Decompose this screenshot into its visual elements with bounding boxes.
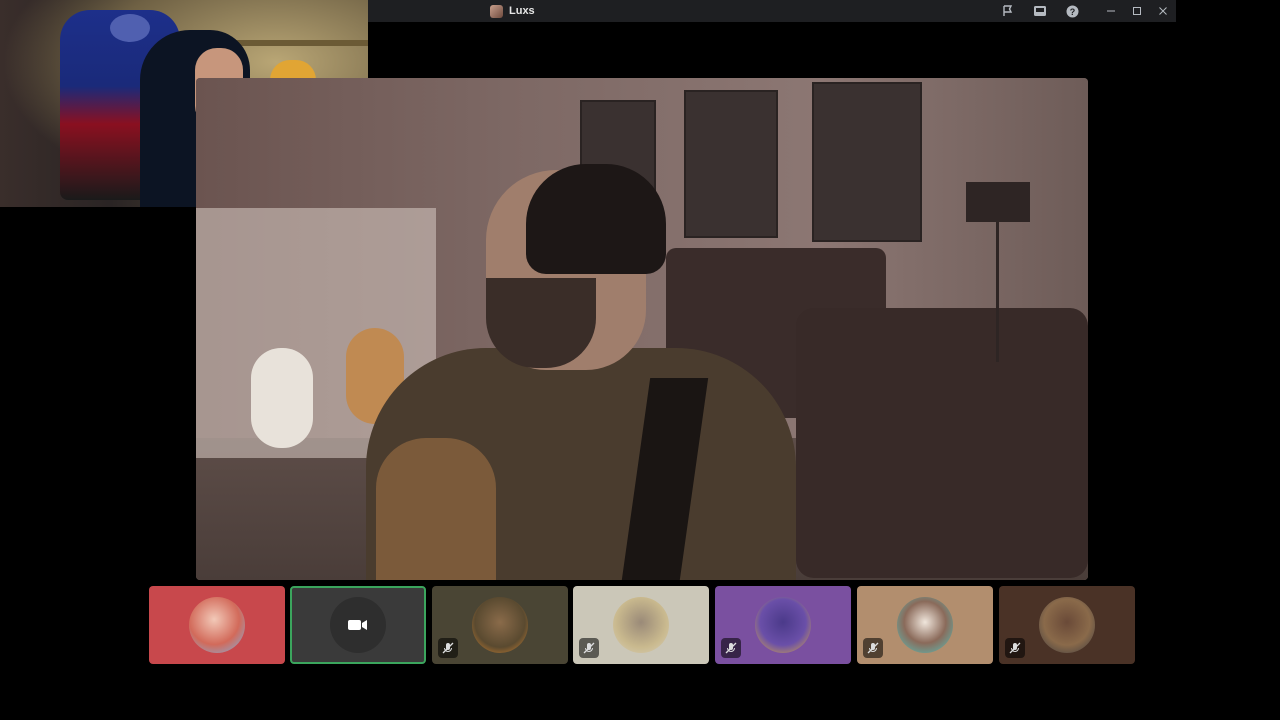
muted-mic-icon (579, 638, 599, 658)
participant-avatar (189, 597, 245, 653)
participant-tile[interactable] (999, 586, 1135, 664)
title-bar: Luxs ? (368, 0, 1176, 22)
participant-avatar (755, 597, 811, 653)
participant-avatar (897, 597, 953, 653)
video-sofa (796, 308, 1088, 578)
participant-tile[interactable] (290, 586, 426, 664)
participant-strip (149, 586, 1135, 664)
camera-off-icon (345, 616, 371, 634)
main-video-stream[interactable] (196, 78, 1088, 580)
user-avatar-icon (490, 4, 503, 18)
title-group: Luxs (490, 0, 535, 22)
participant-tile[interactable] (149, 586, 285, 664)
svg-text:?: ? (1069, 7, 1075, 17)
participant-tile[interactable] (715, 586, 851, 664)
video-painting (684, 90, 778, 238)
video-painting (812, 82, 922, 242)
video-lamp (966, 182, 1030, 222)
video-person-hair (526, 164, 666, 274)
video-electric-guitar (251, 348, 313, 448)
video-person-beard (486, 278, 596, 368)
minimize-icon[interactable] (1098, 0, 1124, 22)
video-acoustic-guitar (376, 438, 496, 580)
muted-mic-icon (1005, 638, 1025, 658)
maximize-icon[interactable] (1124, 0, 1150, 22)
window-title: Luxs (509, 5, 535, 17)
participant-tile[interactable] (857, 586, 993, 664)
participant-avatar (1039, 597, 1095, 653)
participant-avatar (613, 597, 669, 653)
participant-avatar (472, 597, 528, 653)
inbox-icon[interactable] (1024, 0, 1056, 22)
title-bar-actions: ? (992, 0, 1176, 22)
participant-tile[interactable] (432, 586, 568, 664)
participant-tile[interactable] (573, 586, 709, 664)
close-icon[interactable] (1150, 0, 1176, 22)
muted-mic-icon (438, 638, 458, 658)
muted-mic-icon (721, 638, 741, 658)
flag-icon[interactable] (992, 0, 1024, 22)
webcam-plush (110, 14, 150, 42)
help-icon[interactable]: ? (1056, 0, 1088, 22)
video-lamp-stand (996, 222, 999, 362)
muted-mic-icon (863, 638, 883, 658)
